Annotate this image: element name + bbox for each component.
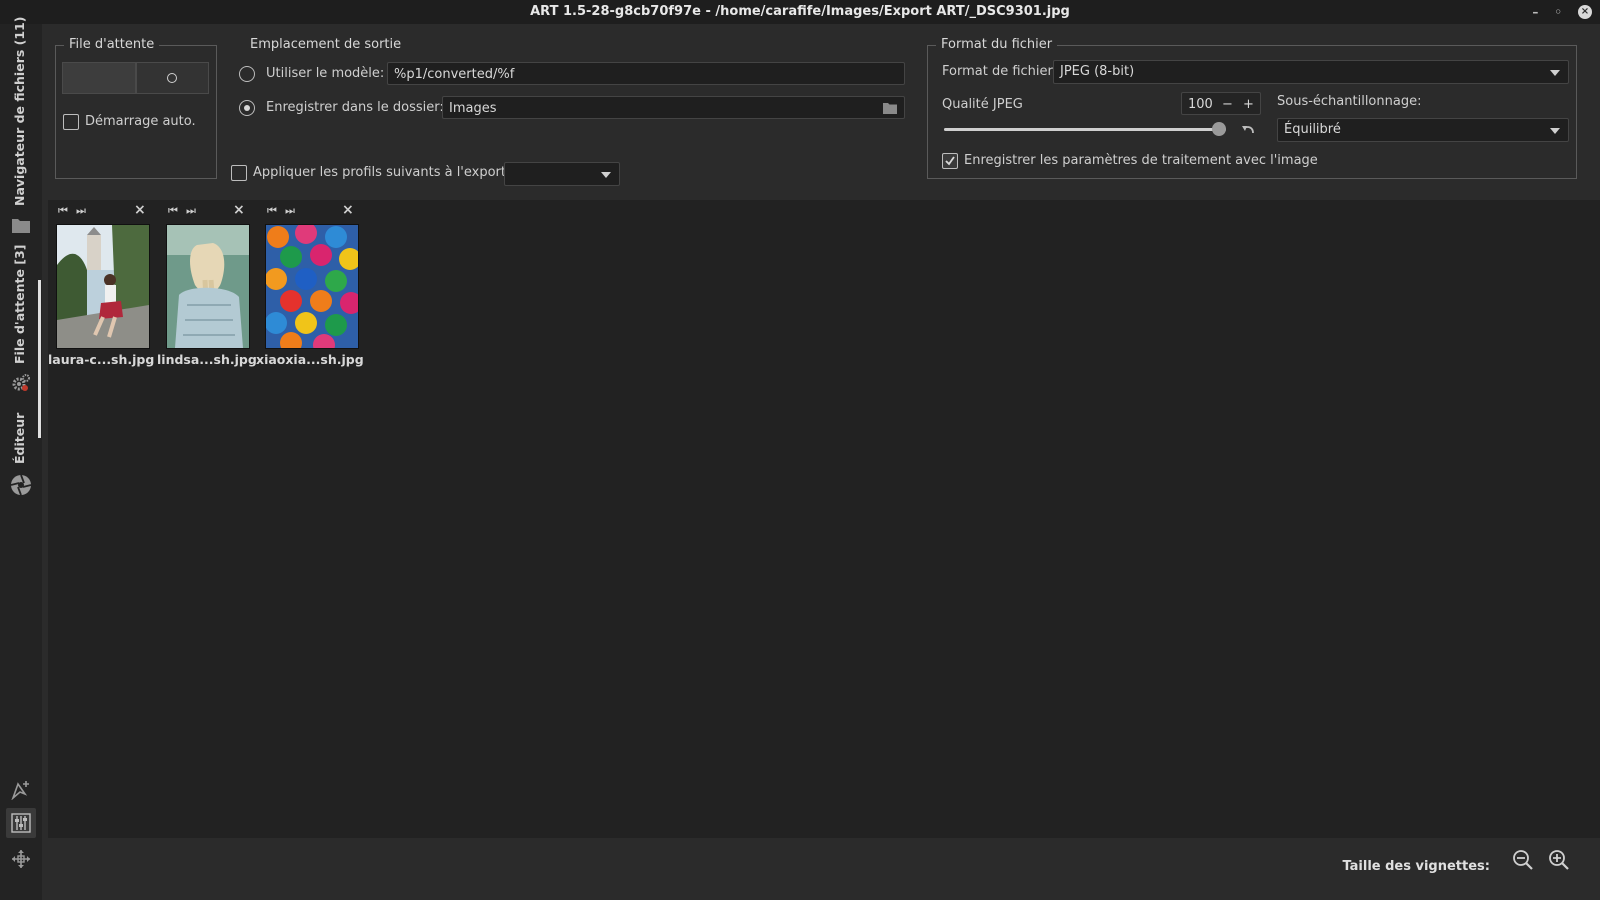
jpeg-quality-slider-handle[interactable] [1212,122,1226,136]
queue-group: File d'attente Démarrage auto. [55,37,217,179]
tab-file-browser-label: Navigateur de fichiers (11) [12,16,27,206]
queue-item-tools: ⏮ ⏭ × [265,202,365,218]
folder-icon [12,219,30,233]
tab-queue[interactable]: File d'attente [3] [0,245,42,422]
file-format-group: Format du fichier Format de fichier: JPE… [927,37,1577,179]
jpeg-quality-slider-fill [944,128,1226,131]
save-in-folder-label: Enregistrer dans le dossier: [266,100,444,115]
remove-icon[interactable]: × [134,202,146,218]
tab-editor-label: Éditeur [12,412,27,464]
file-format-legend: Format du fichier [936,37,1058,52]
remove-icon[interactable]: × [233,202,245,218]
aperture-icon [10,474,32,496]
sliders-button[interactable] [6,808,36,838]
apply-profiles-label: Appliquer les profils suivants à l'expor… [253,165,511,180]
minimize-button[interactable]: – [1532,0,1538,24]
subsampling-label: Sous-échantillonnage: [1277,94,1422,109]
increment-icon[interactable]: + [1243,93,1254,116]
chevron-down-icon [601,172,611,178]
queue-thumbnail-area: ⏮ ⏭ × laura-c...sh.jpg ⏮ ⏭ × lindsa...sh… [48,200,1600,838]
output-location-heading: Emplacement de sortie [250,37,402,52]
remove-icon[interactable]: × [342,202,354,218]
vertical-tab-sidebar: Navigateur de fichiers (11) File d'atten… [0,17,42,900]
cursor-add-icon[interactable] [10,778,32,800]
export-settings-bar: File d'attente Démarrage auto. Emplaceme… [42,24,1600,200]
decrement-icon[interactable]: − [1222,93,1233,116]
window-controls: – ◦ × [1532,0,1592,24]
queue-stop-button[interactable] [62,62,136,94]
move-to-last-icon[interactable]: ⏭ [186,204,196,218]
photo-thumbnail [265,224,359,349]
queue-group-legend: File d'attente [64,37,160,52]
checkmark-icon [945,156,955,166]
move-icon[interactable] [10,848,32,870]
move-to-first-icon[interactable]: ⏮ [58,204,68,218]
save-params-checkbox[interactable] [942,153,958,169]
format-dropdown[interactable]: JPEG (8-bit) [1053,60,1569,84]
status-bar: Taille des vignettes: [42,838,1600,900]
auto-start-label: Démarrage auto. [85,114,196,129]
auto-start-checkbox[interactable] [63,114,79,130]
zoom-out-icon[interactable] [1512,849,1534,871]
window-titlebar: ART 1.5-28-g8cb70f97e - /home/carafife/I… [0,0,1600,24]
tab-editor[interactable]: Éditeur [0,413,42,524]
queue-item-tools: ⏮ ⏭ × [56,202,156,218]
folder-chooser-value: Images [449,101,497,116]
photo-thumbnail-art [57,225,149,348]
photo-thumbnail [56,224,150,349]
queue-item-name: lindsa...sh.jpg [157,352,257,367]
apply-profiles-checkbox[interactable] [231,165,247,181]
queue-item-name: laura-c...sh.jpg [48,352,155,367]
power-toggle-icon [167,73,177,83]
sliders-icon [11,813,31,833]
close-button[interactable]: × [1578,5,1592,19]
tab-queue-label: File d'attente [3] [12,244,27,364]
move-to-last-icon[interactable]: ⏭ [76,204,86,218]
gears-icon [12,374,30,391]
queue-item-name: xiaoxia...sh.jpg [256,352,364,367]
reset-icon[interactable] [1241,123,1255,135]
subsampling-dropdown-value: Équilibré [1284,122,1341,137]
photo-thumbnail-art [266,225,358,348]
profiles-dropdown[interactable] [504,162,620,186]
move-to-first-icon[interactable]: ⏮ [267,204,277,218]
zoom-in-icon[interactable] [1548,849,1570,871]
folder-chooser[interactable]: Images [442,96,905,119]
jpeg-quality-spinbutton[interactable]: 100 − + [1181,92,1261,115]
chevron-down-icon [1550,128,1560,134]
subsampling-dropdown[interactable]: Équilibré [1277,118,1569,142]
save-params-label: Enregistrer les paramètres de traitement… [964,153,1318,168]
format-label: Format de fichier: [942,64,1058,79]
photo-thumbnail [166,224,250,349]
jpeg-quality-slider[interactable] [944,122,1226,136]
thumbnail-size-label: Taille des vignettes: [1342,859,1490,874]
move-to-first-icon[interactable]: ⏮ [168,204,178,218]
tab-file-browser[interactable]: Navigateur de fichiers (11) [0,17,42,244]
template-input[interactable]: %p1/converted/%f [387,62,905,85]
window-title: ART 1.5-28-g8cb70f97e - /home/carafife/I… [530,4,1070,19]
photo-thumbnail-art [167,225,249,348]
move-to-last-icon[interactable]: ⏭ [285,204,295,218]
folder-open-icon [883,103,897,114]
queue-item-tools: ⏮ ⏭ × [166,202,266,218]
save-in-folder-radio[interactable] [239,100,255,116]
jpeg-quality-value: 100 [1188,97,1213,112]
format-dropdown-value: JPEG (8-bit) [1060,64,1135,79]
queue-start-toggle[interactable] [136,62,209,94]
chevron-down-icon [1550,70,1560,76]
use-template-radio[interactable] [239,66,255,82]
restore-button[interactable]: ◦ [1554,0,1562,24]
use-template-label: Utiliser le modèle: [266,66,385,81]
jpeg-quality-label: Qualité JPEG [942,97,1023,112]
active-tab-indicator [38,280,41,438]
